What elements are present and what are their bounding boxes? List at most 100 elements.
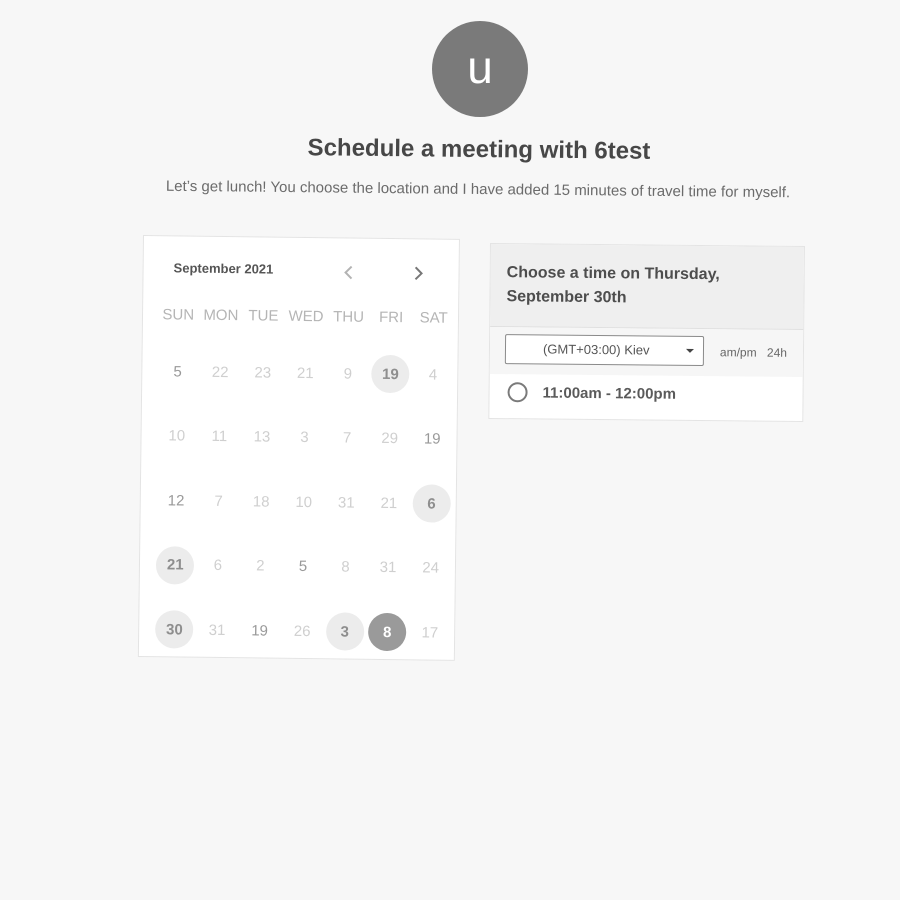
calendar-day-selected[interactable]: 8 xyxy=(366,600,409,665)
weekday-label: FRI xyxy=(378,308,404,327)
calendar-day[interactable]: 19 xyxy=(369,342,412,407)
calendar-day-number: 21 xyxy=(156,545,195,585)
calendar-day-number: 3 xyxy=(300,429,309,447)
time-panel-heading: Choose a time on Thursday, September 30t… xyxy=(490,244,804,331)
calendar-day: 8 xyxy=(324,535,367,600)
calendar-day: 7 xyxy=(325,406,368,471)
calendar-month-label: September 2021 xyxy=(173,260,274,277)
avatar: u xyxy=(432,21,528,117)
calendar-day: 4 xyxy=(411,342,454,407)
calendar-day-number: 24 xyxy=(422,559,440,577)
calendar-day-number: 19 xyxy=(251,622,269,640)
timezone-select[interactable]: (GMT+03:00) Kiev xyxy=(504,334,705,367)
prev-month-button[interactable] xyxy=(336,260,360,284)
calendar-day[interactable]: 21 xyxy=(154,533,197,598)
calendar-day: 23 xyxy=(241,340,284,405)
calendar-day-number: 31 xyxy=(208,621,226,639)
chevron-left-icon xyxy=(344,265,353,280)
weekday-label: WED xyxy=(288,307,324,326)
calendar-day-number: 31 xyxy=(379,559,397,577)
calendar-day: 19 xyxy=(411,407,454,472)
calendar-day: 7 xyxy=(197,469,240,534)
calendar-day-number: 31 xyxy=(337,494,355,512)
calendar-day-number: 26 xyxy=(293,622,311,640)
calendar: September 2021 SUN MON TUE WED THU FRI SAT 5 22… xyxy=(137,235,460,661)
calendar-day-number: 11 xyxy=(211,428,228,446)
calendar-day: 31 xyxy=(325,470,368,535)
radio-button[interactable] xyxy=(507,382,528,403)
calendar-day-number: 13 xyxy=(253,428,271,446)
calendar-day: 26 xyxy=(280,599,323,664)
calendar-day: 13 xyxy=(240,405,283,470)
calendar-day-number: 4 xyxy=(428,366,438,384)
calendar-day-number: 3 xyxy=(325,612,364,651)
page: u Schedule a meeting with 6test Let’s ge… xyxy=(0,0,900,900)
calendar-day: 12 xyxy=(154,468,197,533)
calendar-day-number: 17 xyxy=(421,624,439,642)
calendar-grid: 5 22 23 21 9 19 4 10 11 13 3 7 29 19 12 7 18 10 31 21 6 21 6 2 5… xyxy=(153,339,455,665)
calendar-day-number: 7 xyxy=(342,429,352,447)
calendar-day-number: 6 xyxy=(412,484,451,524)
time-panel: Choose a time on Thursday, September 30t… xyxy=(488,243,805,423)
calendar-day-number: 30 xyxy=(155,610,194,649)
calendar-day-number: 21 xyxy=(296,364,314,382)
calendar-day: 10 xyxy=(155,404,198,469)
timezone-value: (GMT+03:00) Kiev xyxy=(542,341,650,358)
weekday-label: SAT xyxy=(419,309,448,327)
page-title: Schedule a meeting with 6test xyxy=(307,134,651,165)
format-24h-toggle[interactable]: 24h xyxy=(767,346,787,360)
calendar-day-number: 8 xyxy=(368,613,407,652)
time-slot[interactable]: 11:00am - 12:00pm xyxy=(489,374,802,421)
calendar-day: 19 xyxy=(238,598,281,663)
calendar-day: 17 xyxy=(408,600,451,665)
calendar-day: 31 xyxy=(195,598,238,663)
weekday-label: TUE xyxy=(248,307,279,325)
calendar-day: 9 xyxy=(326,341,369,406)
calendar-day-number: 21 xyxy=(380,494,398,512)
weekday-header: SUN MON TUE WED THU FRI SAT xyxy=(157,306,455,327)
calendar-day-number: 5 xyxy=(173,363,182,381)
calendar-day: 21 xyxy=(367,471,410,536)
time-slot-label: 11:00am - 12:00pm xyxy=(542,384,677,403)
calendar-day: 18 xyxy=(239,469,282,534)
calendar-day: 31 xyxy=(366,535,409,600)
calendar-day: 2 xyxy=(239,534,282,599)
calendar-day-number: 8 xyxy=(341,558,350,576)
caret-down-icon xyxy=(685,348,694,353)
format-ampm-toggle[interactable]: am/pm xyxy=(720,345,757,359)
calendar-day[interactable]: 30 xyxy=(153,597,196,662)
calendar-day: 22 xyxy=(198,340,241,405)
calendar-day-number: 29 xyxy=(381,430,399,448)
next-month-button[interactable] xyxy=(406,261,430,285)
calendar-day: 10 xyxy=(282,470,325,535)
calendar-day-number: 10 xyxy=(168,427,186,445)
weekday-label: MON xyxy=(203,306,239,325)
calendar-day: 5 xyxy=(281,534,324,599)
calendar-day-number: 23 xyxy=(254,364,272,382)
weekday-label: THU xyxy=(333,308,365,326)
calendar-day-number: 2 xyxy=(256,557,265,575)
page-subtitle: Let’s get lunch! You choose the location… xyxy=(165,177,791,202)
calendar-day: 24 xyxy=(409,536,452,601)
calendar-day: 6 xyxy=(196,533,239,598)
calendar-day: 3 xyxy=(283,405,326,470)
calendar-day-number: 9 xyxy=(343,365,353,383)
calendar-day-number: 7 xyxy=(214,492,223,510)
calendar-day: 11 xyxy=(198,404,241,469)
chevron-right-icon xyxy=(414,266,423,281)
calendar-day-number: 18 xyxy=(252,493,270,511)
weekday-label: SUN xyxy=(162,306,195,324)
calendar-day[interactable]: 6 xyxy=(410,471,453,536)
calendar-day: 5 xyxy=(156,339,199,404)
calendar-day-number: 6 xyxy=(213,557,223,575)
calendar-day-number: 22 xyxy=(211,363,229,381)
calendar-day-number: 5 xyxy=(298,558,308,576)
calendar-day-number: 19 xyxy=(371,355,410,394)
calendar-day[interactable]: 3 xyxy=(323,599,366,664)
calendar-day-number: 12 xyxy=(167,492,185,510)
calendar-day-number: 19 xyxy=(423,430,441,448)
calendar-day: 21 xyxy=(284,341,327,406)
calendar-day-number: 10 xyxy=(295,493,313,511)
time-slot-list: 11:00am - 12:00pm xyxy=(489,374,802,421)
calendar-day: 29 xyxy=(368,406,411,471)
